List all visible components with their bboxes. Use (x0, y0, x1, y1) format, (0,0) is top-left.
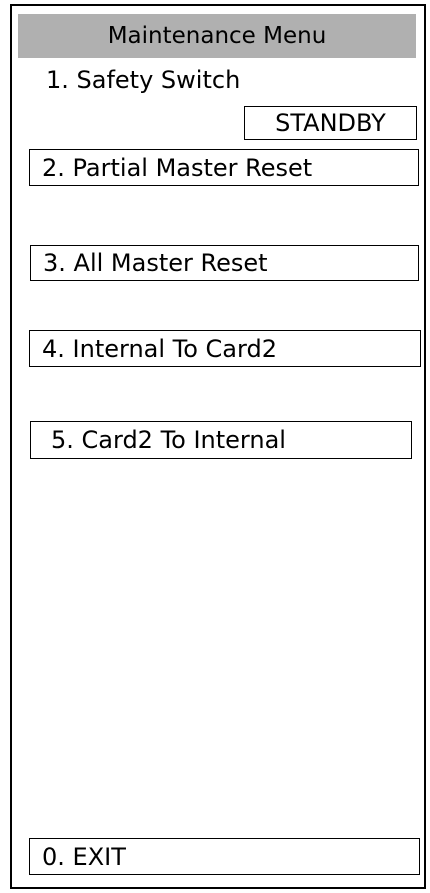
safety-switch-label[interactable]: 1. Safety Switch (46, 66, 240, 94)
internal-to-card2-button[interactable]: 4. Internal To Card2 (29, 330, 421, 367)
safety-switch-status[interactable]: STANDBY (244, 106, 417, 140)
card2-to-internal-button[interactable]: 5. Card2 To Internal (30, 421, 412, 459)
menu-title: Maintenance Menu (18, 14, 416, 58)
exit-button[interactable]: 0. EXIT (29, 838, 420, 875)
all-master-reset-button[interactable]: 3. All Master Reset (30, 245, 419, 281)
partial-master-reset-button[interactable]: 2. Partial Master Reset (29, 149, 419, 186)
